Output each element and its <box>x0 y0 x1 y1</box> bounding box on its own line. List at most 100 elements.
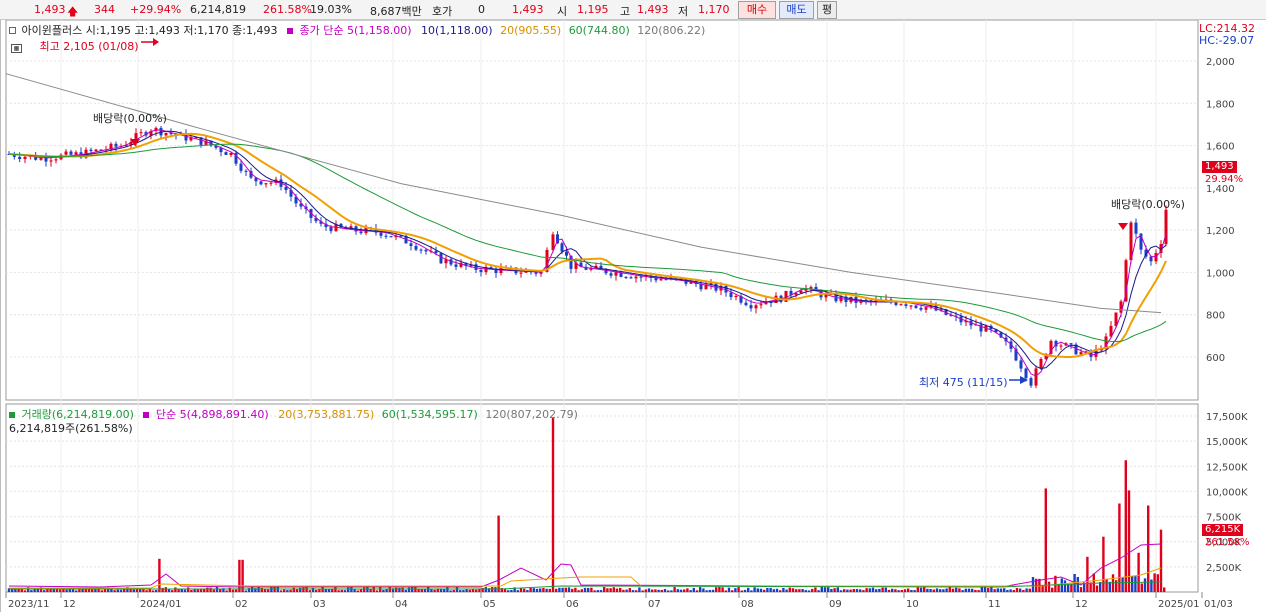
candle-body <box>424 249 428 252</box>
dividend-note-2: 배당락(0.00%) <box>1111 198 1185 211</box>
candle-body <box>54 159 58 161</box>
volume-bar <box>401 587 404 592</box>
volume-tick-label: 12,500K <box>1206 462 1248 473</box>
settings-box-icon[interactable] <box>9 27 16 34</box>
volume-bar <box>779 590 782 592</box>
volume-bar <box>548 588 551 592</box>
candle-body <box>89 149 93 152</box>
volume-bar <box>523 588 526 592</box>
candle-body <box>1019 360 1023 369</box>
volume-bar <box>1134 576 1137 592</box>
volume-bar <box>967 588 971 592</box>
volume-bar <box>929 589 932 592</box>
price-tick-label: 800 <box>1206 311 1225 322</box>
volume-bar <box>811 588 814 592</box>
volume-bar <box>622 589 625 592</box>
volume-bar <box>654 589 657 592</box>
volume-bar <box>609 588 612 592</box>
candle-body <box>624 276 628 278</box>
dividend-note-1: 배당락(0.00%) <box>93 112 167 125</box>
volume-ratio: 261.58% <box>263 3 312 16</box>
grid-icon[interactable]: ▦ <box>11 44 22 53</box>
high-price: 1,493 <box>637 3 669 16</box>
candle-body <box>749 305 753 309</box>
volume-bar <box>446 587 449 592</box>
volume-bar <box>983 587 987 592</box>
volume-color-icon <box>9 412 15 418</box>
price-change-pct: +29.94% <box>130 3 182 16</box>
volume-bar <box>1150 579 1153 592</box>
candle-body <box>1024 368 1028 379</box>
volume-bar <box>1070 584 1073 592</box>
volume-bar <box>359 589 363 592</box>
volume-bar <box>919 587 923 592</box>
volume-bar <box>580 589 583 592</box>
candle-body <box>614 272 618 276</box>
price-pane-border <box>5 20 1199 401</box>
volume-bar <box>894 589 897 592</box>
volume-bar <box>996 588 999 592</box>
volume-bar <box>1003 588 1006 592</box>
ma120-line <box>5 73 1162 314</box>
volume-bar <box>183 589 187 592</box>
volume-bar <box>1057 584 1060 592</box>
volume-bar <box>302 587 305 592</box>
volume-bar <box>791 588 795 592</box>
candle-body <box>1149 256 1153 262</box>
volume-bar <box>1012 590 1015 592</box>
volume-bar <box>961 590 964 592</box>
volume-bar <box>283 589 286 592</box>
volume-bar <box>295 589 299 592</box>
volume-bar <box>839 590 843 592</box>
chart-frame[interactable]: 2,000 1,800 1,600 1,400 1,200 1,000 800 600 17,5… <box>0 20 1266 612</box>
volume-bar <box>619 587 622 592</box>
volume-bar <box>740 590 743 592</box>
volume-bar <box>571 588 574 592</box>
volume-bar <box>539 588 542 592</box>
volume-bar <box>1063 580 1067 592</box>
volume-bar <box>1143 578 1147 592</box>
candle-body <box>409 243 413 246</box>
high-label: 고 <box>620 5 631 18</box>
volume-bar <box>174 587 177 592</box>
volume-bar <box>974 589 977 592</box>
volume-bar <box>814 587 817 592</box>
volume-bar <box>209 587 212 592</box>
volume-bar <box>308 590 311 592</box>
volume-bar <box>433 589 436 592</box>
stock-chart-svg[interactable]: 2,0001,8001,6001,4001,2001,00080060017,5… <box>1 20 1266 612</box>
volume-bar <box>1095 585 1099 592</box>
candle-body <box>634 276 638 279</box>
volume-bar <box>158 558 161 592</box>
volume-bar <box>743 589 747 592</box>
volume-bar <box>1121 576 1124 592</box>
volume-bar <box>846 589 849 592</box>
sell-button[interactable]: 매도 <box>779 1 814 19</box>
trade-amount: 8,687백만 <box>370 5 422 18</box>
candle-body <box>1039 358 1043 369</box>
volume-bar <box>628 588 631 592</box>
volume-bar <box>734 588 737 592</box>
volume-bar <box>871 587 875 592</box>
volume-bar <box>708 589 711 592</box>
candle-body <box>64 151 68 155</box>
x-axis-label: 05 <box>483 599 496 610</box>
candle-body <box>519 272 523 274</box>
candle-body <box>389 236 393 238</box>
volume-bar <box>603 587 606 592</box>
eval-button[interactable]: 평 <box>817 1 837 19</box>
volume-bar <box>587 587 590 592</box>
volume-bar <box>923 587 926 592</box>
candle-body <box>44 157 48 162</box>
candle-body <box>759 304 763 306</box>
volume-bar <box>737 587 740 592</box>
candle-body <box>639 276 643 278</box>
price-tick-label: 1,800 <box>1206 99 1235 110</box>
x-axis-label: 2024/01 <box>140 599 182 610</box>
volume-bar <box>468 589 471 592</box>
volume-bar <box>292 587 295 592</box>
buy-button[interactable]: 매수 <box>738 1 776 19</box>
volume-bar <box>116 589 119 592</box>
x-axis-label: 08 <box>741 599 754 610</box>
volume-bar <box>772 589 775 592</box>
